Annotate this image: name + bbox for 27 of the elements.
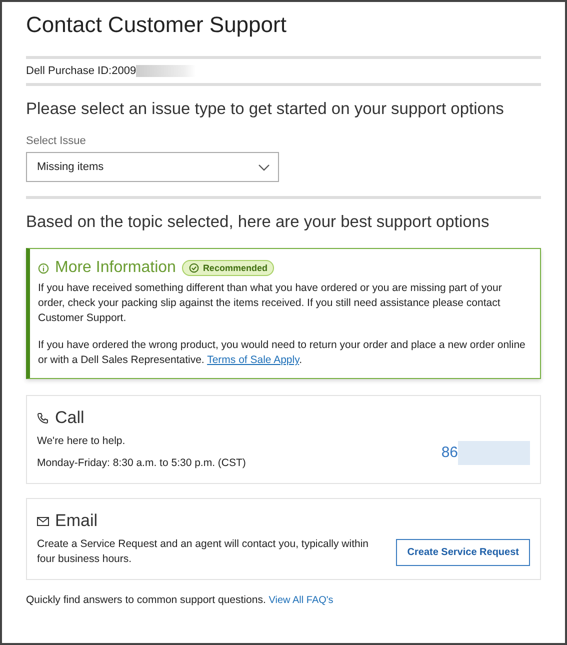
hours-text: Monday-Friday: 8:30 a.m. to 5:30 p.m. (CST) [37,456,246,471]
page-title: Contact Customer Support [26,12,288,38]
info-icon [38,262,49,274]
section-heading: Based on the topic selected, here are your best support options [26,213,490,232]
card-title: Call [55,408,84,428]
help-text: We're here to help. [37,434,126,449]
info-paragraph: If you have received something different than what you have ordered or you are missing part of your order, check your packing slip against the items received. If you still need assistance please contact Customer Support. [38,281,503,326]
card-title: Email [55,511,98,531]
email-description: Create a Service Request and an agent will contact you, typically within four business hours. [37,537,370,567]
create-request-button[interactable]: Create Service Request [396,538,530,566]
envelope-icon [37,516,49,526]
info-title: More Information [55,259,176,277]
phone-number[interactable]: 86 [441,444,458,461]
field-label: Select Issue [26,135,87,147]
info-paragraph: If you have ordered the wrong product, you would need to return your order and place a new order online or with a Dell Sales Representative. Terms of Sale Apply. [38,338,526,368]
issue-dropdown[interactable]: Missing items [26,152,279,182]
check-circle-icon [188,263,199,273]
faq-link[interactable]: View All FAQ's [268,595,334,606]
section-heading: Please select an issue type to get started on your support options [26,100,505,119]
faq-text: Quickly find answers to common support questions. [26,594,266,606]
phone-icon [37,412,49,424]
terms-link[interactable]: Terms of Sale Apply [207,354,300,366]
redaction-block [136,65,196,77]
purchase-id: Dell Purchase ID:2009 [26,65,136,77]
redaction-block [458,440,530,464]
recommended-badge: Recommended [182,260,274,276]
chevron-icon [258,164,270,170]
